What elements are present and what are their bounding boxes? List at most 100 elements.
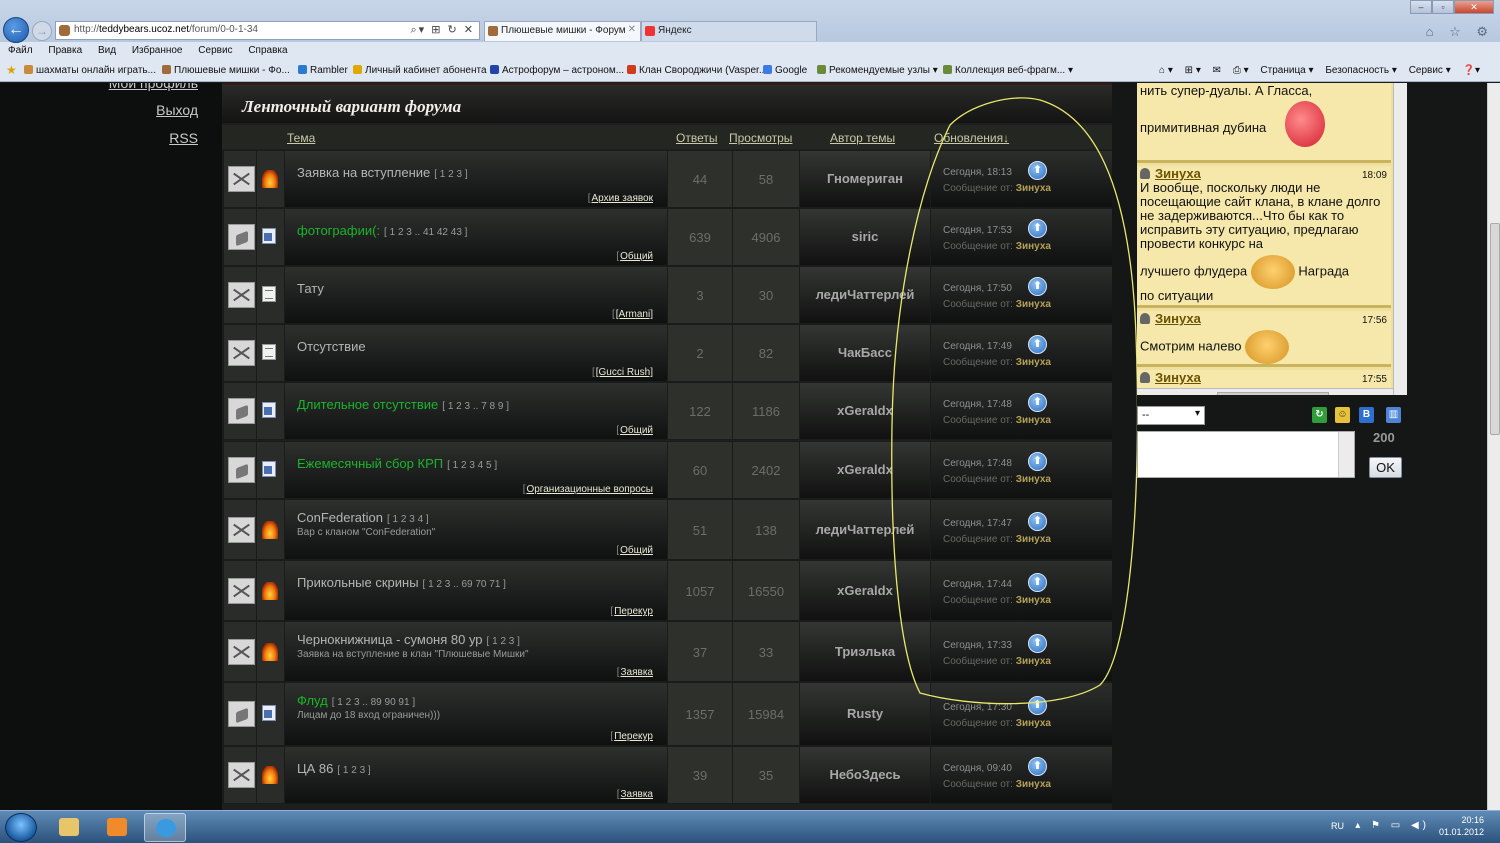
col-replies[interactable]: Ответы <box>676 131 717 145</box>
topic-author[interactable]: Rusty <box>800 706 930 721</box>
topic-category-link[interactable]: Общий <box>616 545 653 556</box>
chat-vertical-scrollbar[interactable] <box>1393 83 1407 395</box>
topic-pages[interactable]: [ 1 2 3 ] <box>337 765 370 776</box>
page-scrollbar[interactable] <box>1487 83 1500 810</box>
fav-chess[interactable]: шахматы онлайн играть... <box>24 65 156 76</box>
bold-icon[interactable]: B <box>1359 407 1374 423</box>
media-taskbar-button[interactable] <box>96 813 138 842</box>
tools-menu[interactable]: Сервис ▾ <box>1409 65 1451 76</box>
print-menu-icon[interactable]: ⎙ ▾ <box>1233 65 1249 76</box>
topic-category-link[interactable]: [Gucci Rush] <box>592 367 653 378</box>
refresh-icon[interactable]: ↻ <box>1312 407 1327 423</box>
address-tools[interactable]: ⌕▾ ⊞ ↻ ✕ <box>410 23 475 37</box>
forward-button[interactable]: → <box>32 21 52 41</box>
fav-teddy[interactable]: Плюшевые мишки - Фо... <box>162 65 290 76</box>
topic-title-link[interactable]: Прикольные скрины [ 1 2 3 .. 69 70 71 ] <box>297 575 506 590</box>
menu-view[interactable]: Вид <box>98 45 116 56</box>
tray-icons[interactable]: ▴ ⚑ ▭ ◀) <box>1355 820 1430 831</box>
panel-icon[interactable]: ▥ <box>1386 407 1401 423</box>
page-menu[interactable]: Страница ▾ <box>1260 65 1313 76</box>
chat-message-input[interactable] <box>1137 431 1355 478</box>
tab-close-icon[interactable]: ✕ <box>628 24 636 35</box>
fav-cabinet[interactable]: Личный кабинет абонента <box>353 65 487 76</box>
msg-username[interactable]: Зинуха <box>1140 370 1201 385</box>
chat-send-button[interactable]: OK <box>1369 457 1402 478</box>
topic-pages[interactable]: [ 1 2 3 ] <box>487 636 520 647</box>
minimize-button[interactable]: – <box>1410 0 1432 14</box>
topic-title-link[interactable]: Длительное отсутствие[ 1 2 3 .. 7 8 9 ] <box>297 397 509 412</box>
feeds-menu-icon[interactable]: ⊞ ▾ <box>1185 65 1201 76</box>
back-button[interactable]: ← <box>3 17 29 43</box>
clock[interactable]: 20:16 01.01.2012 <box>1439 814 1484 838</box>
replies-cell: 122 <box>668 383 732 439</box>
last-post-user[interactable]: Зинуха <box>1016 779 1051 790</box>
profile-link[interactable]: Мой профиль <box>109 83 198 91</box>
topic-category-link[interactable]: Общий <box>616 251 653 262</box>
rss-link[interactable]: RSS <box>169 130 198 146</box>
menu-tools[interactable]: Сервис <box>198 45 232 56</box>
close-window-button[interactable]: ✕ <box>1454 0 1494 14</box>
topic-title-link[interactable]: ЦА 86[ 1 2 3 ] <box>297 761 371 776</box>
maximize-button[interactable]: ▫ <box>1432 0 1454 14</box>
topic-pages[interactable]: [ 1 2 3 4 5 ] <box>447 460 497 471</box>
home-favorites-settings-icons[interactable]: ⌂ ☆ ⚙ <box>1426 24 1494 40</box>
chat-horizontal-scrollbar[interactable] <box>1137 388 1393 395</box>
topic-author[interactable]: НебоЗдесь <box>800 767 930 782</box>
menu-favorites[interactable]: Избранное <box>132 45 183 56</box>
topic-category-link[interactable]: Перекур <box>610 731 653 742</box>
menu-file[interactable]: Файл <box>8 45 33 56</box>
topic-pages[interactable]: [ 1 2 3 .. 89 90 91 ] <box>332 697 415 708</box>
topic-category-link[interactable]: [Armani] <box>612 309 653 320</box>
fav-webslices[interactable]: Коллекция веб-фрагм... ▾ <box>943 65 1073 76</box>
fav-recommended[interactable]: Рекомендуемые узлы ▾ <box>817 65 938 76</box>
tab-yandex[interactable]: Яндекс <box>641 21 817 41</box>
fav-rambler[interactable]: Rambler <box>298 65 348 76</box>
col-views[interactable]: Просмотры <box>729 131 792 145</box>
favorites-star-icon[interactable]: ★ <box>6 63 17 77</box>
topic-pages[interactable]: [ 1 2 3 .. 69 70 71 ] <box>423 579 506 590</box>
home-menu-icon[interactable]: ⌂ ▾ <box>1159 65 1173 76</box>
safety-menu[interactable]: Безопасность ▾ <box>1325 65 1397 76</box>
topic-title-link[interactable]: Заявка на вступление[ 1 2 3 ] <box>297 165 468 180</box>
topic-title-link[interactable]: Чернокнижница - сумоня 80 ур [ 1 2 3 ] <box>297 632 520 647</box>
topic-title-link[interactable]: Флуд [ 1 2 3 .. 89 90 91 ] <box>297 693 415 708</box>
topic-title-link[interactable]: фотографии(:[ 1 2 3 .. 41 42 43 ] <box>297 223 467 238</box>
col-topic[interactable]: Тема <box>287 131 315 145</box>
address-bar[interactable]: http://teddybears.ucoz.net/forum/0-0-1-3… <box>55 21 480 40</box>
fav-astroforum[interactable]: Астрофорум – астроном... <box>490 65 624 76</box>
mail-icon[interactable]: ✉ <box>1213 65 1221 76</box>
topic-title-link[interactable]: ConFederation [ 1 2 3 4 ] <box>297 510 429 525</box>
replies-cell: 44 <box>668 151 732 207</box>
logout-link[interactable]: Выход <box>156 102 198 118</box>
menu-edit[interactable]: Правка <box>48 45 82 56</box>
chat-select[interactable]: -- <box>1137 406 1205 425</box>
topic-category-link[interactable]: Заявка <box>617 667 654 678</box>
explorer-taskbar-button[interactable] <box>48 813 90 842</box>
topic-category-link[interactable]: Организационные вопросы <box>523 484 653 495</box>
start-button[interactable] <box>5 813 37 842</box>
fav-clan[interactable]: Клан Свороджичи (Vasper... <box>627 65 767 76</box>
tab-forum[interactable]: Плюшевые мишки - Форум ✕ <box>484 21 641 41</box>
topic-category-link[interactable]: Общий <box>616 425 653 436</box>
topic-title-link[interactable]: Тату <box>297 281 328 296</box>
replies-cell: 60 <box>668 442 732 498</box>
topic-category-link[interactable]: Перекур <box>610 606 653 617</box>
topic-category-link[interactable]: Архив заявок <box>588 193 654 204</box>
topic-category-link[interactable]: Заявка <box>617 789 654 800</box>
menu-help[interactable]: Справка <box>248 45 287 56</box>
fav-google[interactable]: Google <box>763 65 807 76</box>
msg-username[interactable]: Зинуха <box>1140 311 1201 326</box>
go-to-last-post-icon[interactable]: ⬆ <box>1028 757 1047 776</box>
topic-pages[interactable]: [ 1 2 3 ] <box>434 169 467 180</box>
msg-username[interactable]: Зинуха <box>1140 166 1201 181</box>
topic-pages[interactable]: [ 1 2 3 .. 7 8 9 ] <box>442 401 509 412</box>
smile-icon[interactable]: ☺ <box>1335 407 1350 423</box>
topic-title-link[interactable]: Отсутствие <box>297 339 370 354</box>
ie-taskbar-button[interactable] <box>144 813 186 842</box>
topic-title-link[interactable]: Ежемесячный сбор КРП[ 1 2 3 4 5 ] <box>297 456 497 471</box>
language-indicator[interactable]: RU <box>1331 821 1344 831</box>
help-menu-icon[interactable]: ❓▾ <box>1463 65 1480 76</box>
topic-pages[interactable]: [ 1 2 3 4 ] <box>387 514 429 525</box>
last-post-user[interactable]: Зинуха <box>1016 718 1051 729</box>
topic-pages[interactable]: [ 1 2 3 .. 41 42 43 ] <box>384 227 467 238</box>
